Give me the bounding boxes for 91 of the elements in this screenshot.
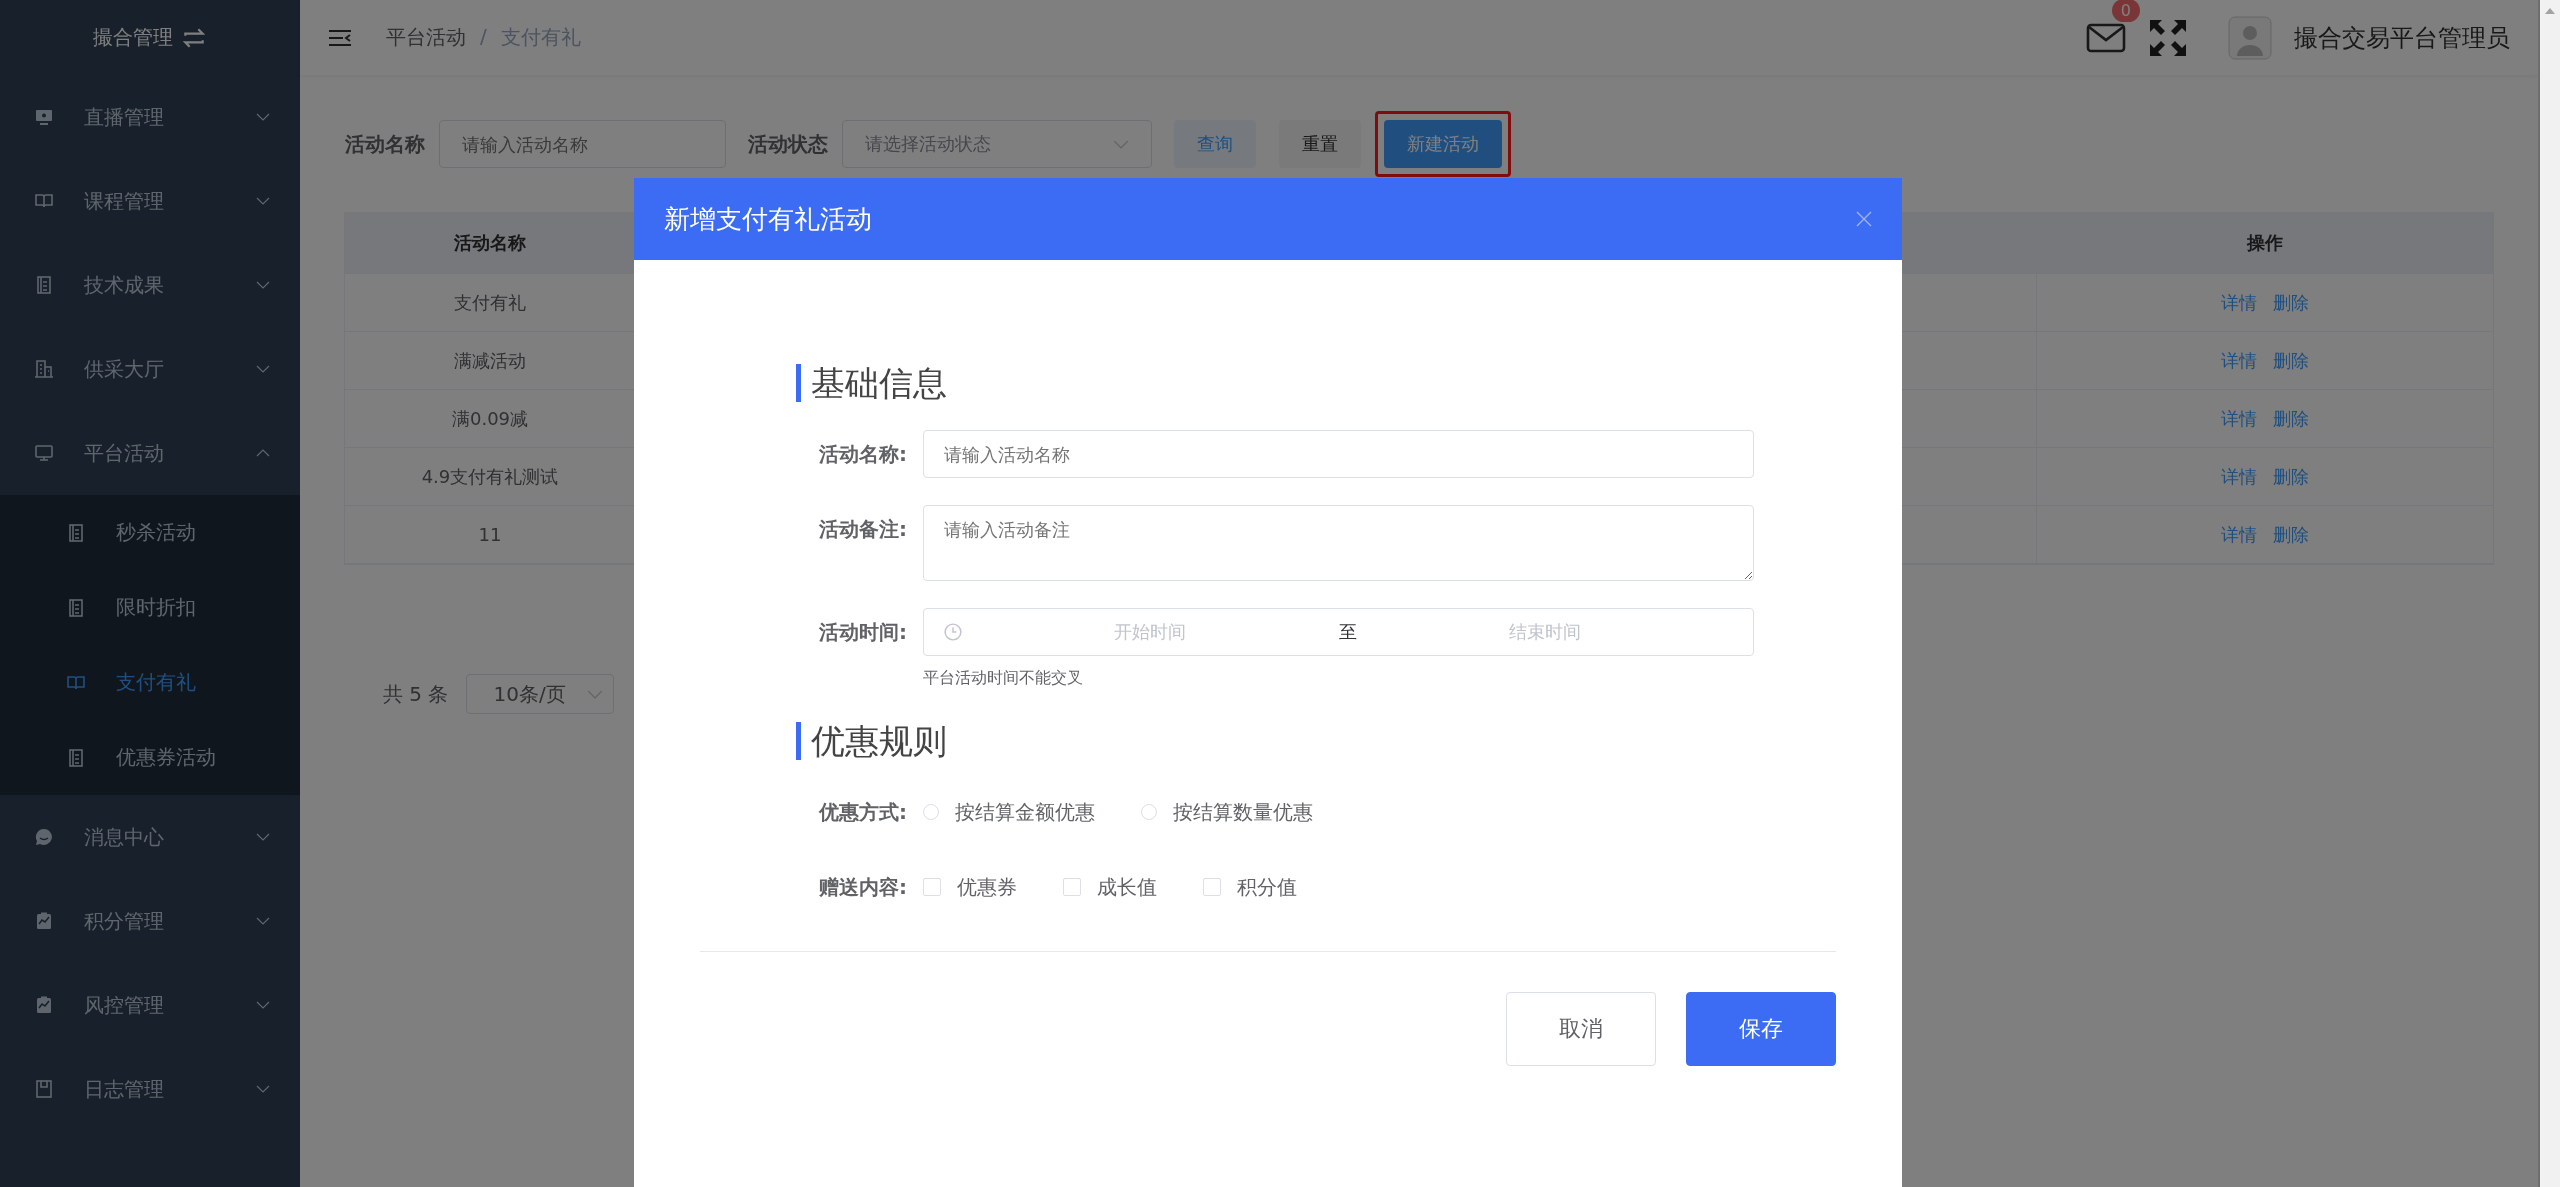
table-cell-text: 支付有礼 — [453, 290, 527, 315]
table-cell-text: 11 — [477, 523, 503, 547]
action-link[interactable]: 详情 — [2221, 406, 2257, 431]
action-link[interactable]: 删除 — [2273, 348, 2309, 373]
query-button[interactable]: 查询 — [1174, 120, 1256, 168]
user-name[interactable]: 撮合交易平台管理员 — [2294, 21, 2510, 54]
hint-text: 平台活动时间不能交叉 — [923, 668, 1084, 689]
form-label: 活动备注: — [818, 516, 908, 543]
clock-icon — [944, 623, 962, 641]
breadcrumb-separator: / — [480, 24, 487, 50]
action-link[interactable]: 详情 — [2221, 464, 2257, 489]
menu-item[interactable]: 供采大厅 — [0, 327, 300, 411]
table-cell-text: 满减活动 — [453, 348, 527, 373]
action-link[interactable]: 详情 — [2221, 348, 2257, 373]
name-input[interactable]: 请输入活动名称 — [923, 430, 1754, 478]
menu-item[interactable]: 风控管理 — [0, 963, 300, 1047]
cancel-button[interactable]: 取消 — [1506, 992, 1656, 1066]
total-count: 共 5 条 — [383, 680, 449, 708]
menu-icon[interactable] — [328, 27, 352, 48]
table-cell-text: 满0.09减 — [450, 406, 530, 431]
clipboard-chart-icon — [34, 911, 54, 931]
column-header: 操作 — [2036, 213, 2493, 273]
action-link[interactable]: 删除 — [2273, 290, 2309, 315]
sidebar-title: 撮合管理 — [93, 24, 173, 51]
document-icon — [66, 522, 86, 543]
table-cell-text: 4.9支付有礼测试 — [420, 464, 560, 489]
submenu-item[interactable]: 支付有礼 — [0, 645, 300, 720]
chevron-down-icon — [256, 833, 270, 841]
radio-option[interactable]: 按结算金额优惠 — [923, 798, 1095, 826]
notification-badge: 0 — [2111, 0, 2140, 22]
chevron-down-icon — [587, 689, 604, 699]
section-title: 优惠规则 — [796, 722, 1836, 760]
menu-item[interactable]: 日志管理 — [0, 1047, 300, 1131]
submenu-item[interactable]: 限时折扣 — [0, 570, 300, 645]
save-button[interactable]: 保存 — [1686, 992, 1836, 1066]
page-size-select[interactable]: 10条/页 — [466, 674, 615, 714]
chevron-down-icon — [1113, 139, 1129, 149]
reset-button[interactable]: 重置 — [1279, 120, 1361, 168]
menu-item[interactable]: 消息中心 — [0, 795, 300, 879]
menu-item[interactable]: 直播管理 — [0, 75, 300, 159]
breadcrumb-item[interactable]: 平台活动 — [386, 24, 466, 51]
fullscreen-icon[interactable] — [2148, 17, 2188, 58]
chevron-down-icon — [256, 281, 270, 289]
action-link[interactable]: 详情 — [2221, 522, 2257, 547]
document-icon — [66, 747, 86, 768]
checkbox-option[interactable]: 积分值 — [1203, 873, 1297, 901]
building-icon — [34, 359, 54, 379]
column-header: 活动名称 — [453, 231, 527, 255]
section-title: 基础信息 — [796, 364, 1836, 402]
document-icon — [34, 275, 54, 295]
new-activity-button[interactable]: 新建活动 — [1384, 120, 1502, 168]
form-label: 活动时间: — [818, 619, 908, 646]
search-field[interactable]: 请输入活动名称 — [439, 120, 726, 168]
clipboard-chart-icon — [34, 995, 54, 1015]
form-label: 活动名称: — [818, 441, 908, 468]
filter-label: 活动状态 — [748, 130, 828, 158]
action-link[interactable]: 删除 — [2273, 522, 2309, 547]
mail-icon[interactable] — [2086, 22, 2126, 53]
document-icon — [66, 597, 86, 618]
chevron-up-icon — [256, 449, 270, 457]
chevron-down-icon — [256, 197, 270, 205]
remark-textarea[interactable]: 请输入活动备注 — [923, 505, 1754, 581]
chat-icon — [34, 827, 54, 847]
monitor-icon — [34, 443, 54, 463]
submenu-item[interactable]: 秒杀活动 — [0, 495, 300, 570]
chevron-down-icon — [256, 1085, 270, 1093]
chevron-down-icon — [256, 917, 270, 925]
scrollbar[interactable] — [2538, 0, 2560, 1187]
radio-option[interactable]: 按结算数量优惠 — [1141, 798, 1313, 826]
chevron-down-icon — [256, 1001, 270, 1009]
dialog-title: 新增支付有礼活动 — [664, 202, 872, 236]
form-label: 赠送内容: — [818, 874, 908, 901]
checkbox-option[interactable]: 优惠券 — [923, 873, 1017, 901]
status-select[interactable]: 请选择活动状态 — [842, 120, 1152, 168]
swap-icon[interactable] — [181, 26, 207, 49]
menu-item[interactable]: 平台活动 — [0, 411, 300, 495]
save-icon — [34, 1079, 54, 1099]
monitor-icon — [34, 107, 54, 127]
action-link[interactable]: 删除 — [2273, 406, 2309, 431]
chevron-down-icon — [256, 113, 270, 121]
checkbox-option[interactable]: 成长值 — [1063, 873, 1157, 901]
menu-item[interactable]: 积分管理 — [0, 879, 300, 963]
menu-item[interactable]: 课程管理 — [0, 159, 300, 243]
filter-label: 活动名称 — [345, 130, 425, 158]
chevron-down-icon — [256, 365, 270, 373]
menu-item[interactable]: 技术成果 — [0, 243, 300, 327]
action-link[interactable]: 删除 — [2273, 464, 2309, 489]
action-link[interactable]: 详情 — [2221, 290, 2257, 315]
submenu-item[interactable]: 优惠券活动 — [0, 720, 300, 795]
date-range-picker[interactable]: 开始时间 至 结束时间 — [923, 608, 1754, 656]
form-label: 优惠方式: — [818, 799, 908, 826]
